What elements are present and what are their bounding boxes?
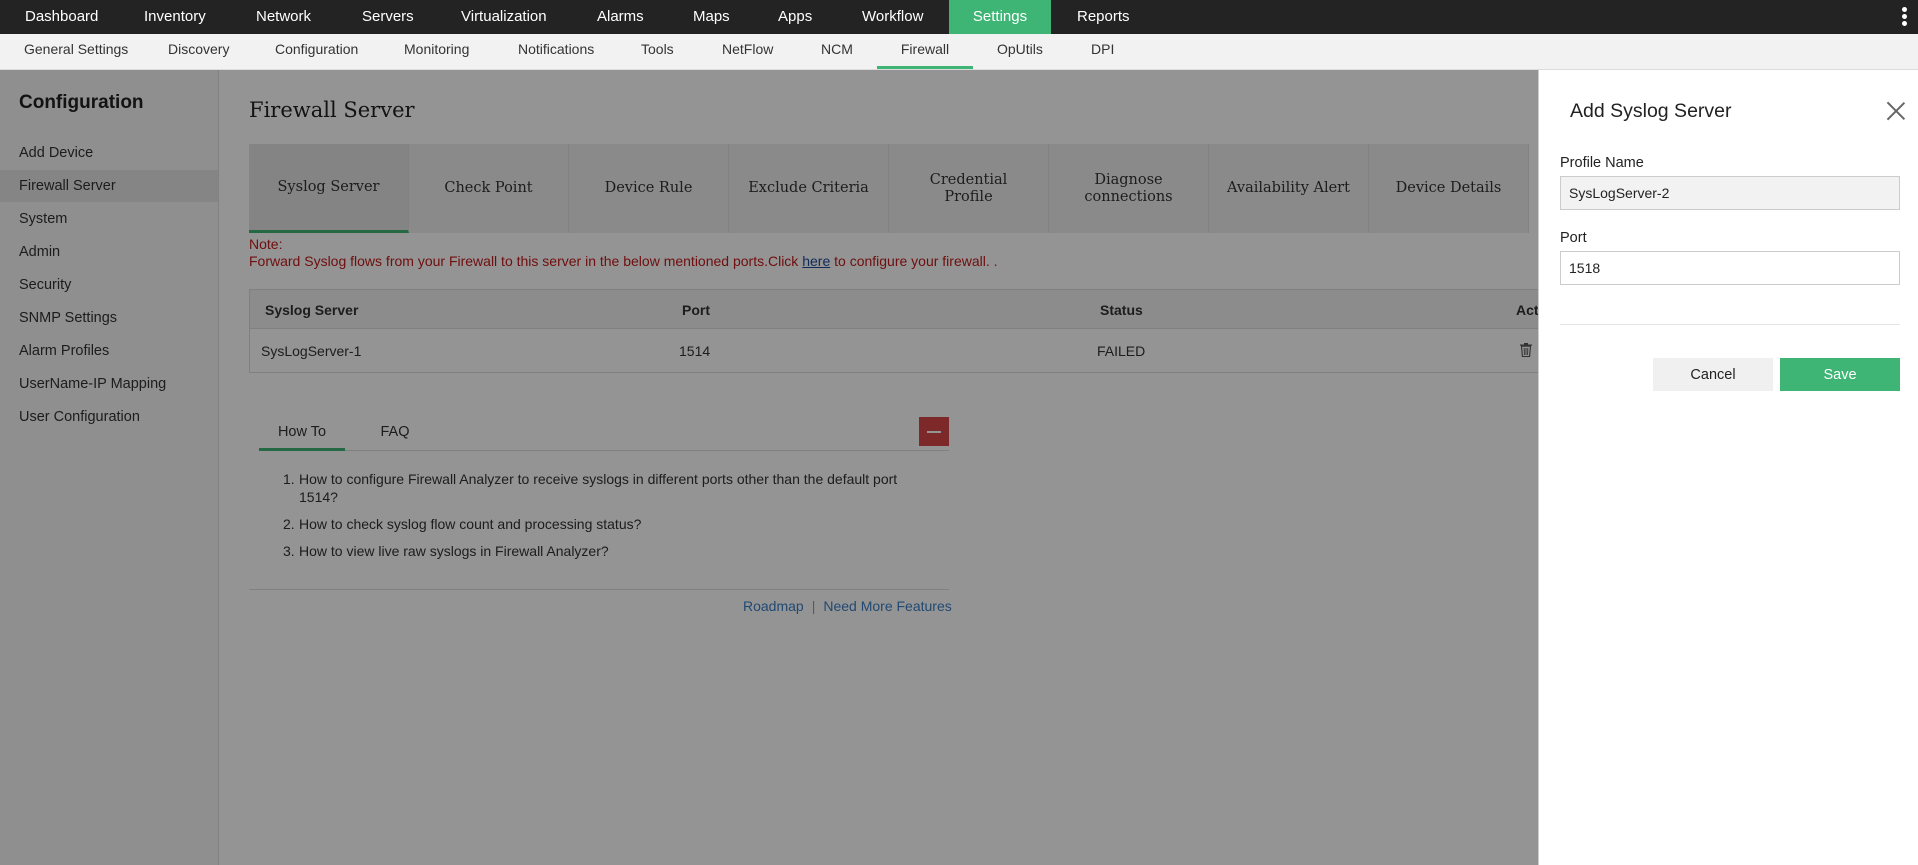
nav-dashboard[interactable]: Dashboard	[25, 0, 98, 34]
port-label: Port	[1560, 230, 1587, 246]
drawer-title: Add Syslog Server	[1570, 100, 1732, 122]
port-input[interactable]	[1560, 251, 1900, 285]
cancel-button[interactable]: Cancel	[1653, 358, 1773, 391]
add-syslog-server-drawer: Add Syslog Server Profile Name Port Canc…	[1538, 70, 1918, 865]
nav-apps[interactable]: Apps	[778, 0, 812, 34]
save-button[interactable]: Save	[1780, 358, 1900, 391]
subnav-general-settings[interactable]: General Settings	[24, 34, 128, 69]
nav-reports[interactable]: Reports	[1077, 0, 1130, 34]
subnav-oputils[interactable]: OpUtils	[997, 34, 1043, 69]
subnav-ncm[interactable]: NCM	[821, 34, 853, 69]
nav-network[interactable]: Network	[256, 0, 311, 34]
subnav-firewall[interactable]: Firewall	[877, 34, 973, 69]
subnav-configuration[interactable]: Configuration	[275, 34, 358, 69]
subnav-notifications[interactable]: Notifications	[518, 34, 594, 69]
close-icon[interactable]	[1886, 101, 1906, 121]
nav-maps[interactable]: Maps	[693, 0, 730, 34]
subnav-netflow[interactable]: NetFlow	[722, 34, 773, 69]
subnav-monitoring[interactable]: Monitoring	[404, 34, 469, 69]
nav-workflow[interactable]: Workflow	[862, 0, 923, 34]
more-vertical-icon[interactable]	[1902, 7, 1908, 27]
profile-name-input[interactable]	[1560, 176, 1900, 210]
sub-nav: General Settings Discovery Configuration…	[0, 34, 1918, 70]
nav-servers[interactable]: Servers	[362, 0, 414, 34]
modal-backdrop[interactable]	[0, 70, 1538, 865]
subnav-tools[interactable]: Tools	[641, 34, 674, 69]
top-nav: Dashboard Inventory Network Servers Virt…	[0, 0, 1918, 34]
profile-name-label: Profile Name	[1560, 155, 1644, 171]
nav-alarms[interactable]: Alarms	[597, 0, 644, 34]
nav-virtualization[interactable]: Virtualization	[461, 0, 547, 34]
nav-settings[interactable]: Settings	[949, 0, 1051, 34]
nav-inventory[interactable]: Inventory	[144, 0, 206, 34]
subnav-discovery[interactable]: Discovery	[168, 34, 229, 69]
subnav-dpi[interactable]: DPI	[1091, 34, 1114, 69]
drawer-divider	[1560, 324, 1900, 325]
